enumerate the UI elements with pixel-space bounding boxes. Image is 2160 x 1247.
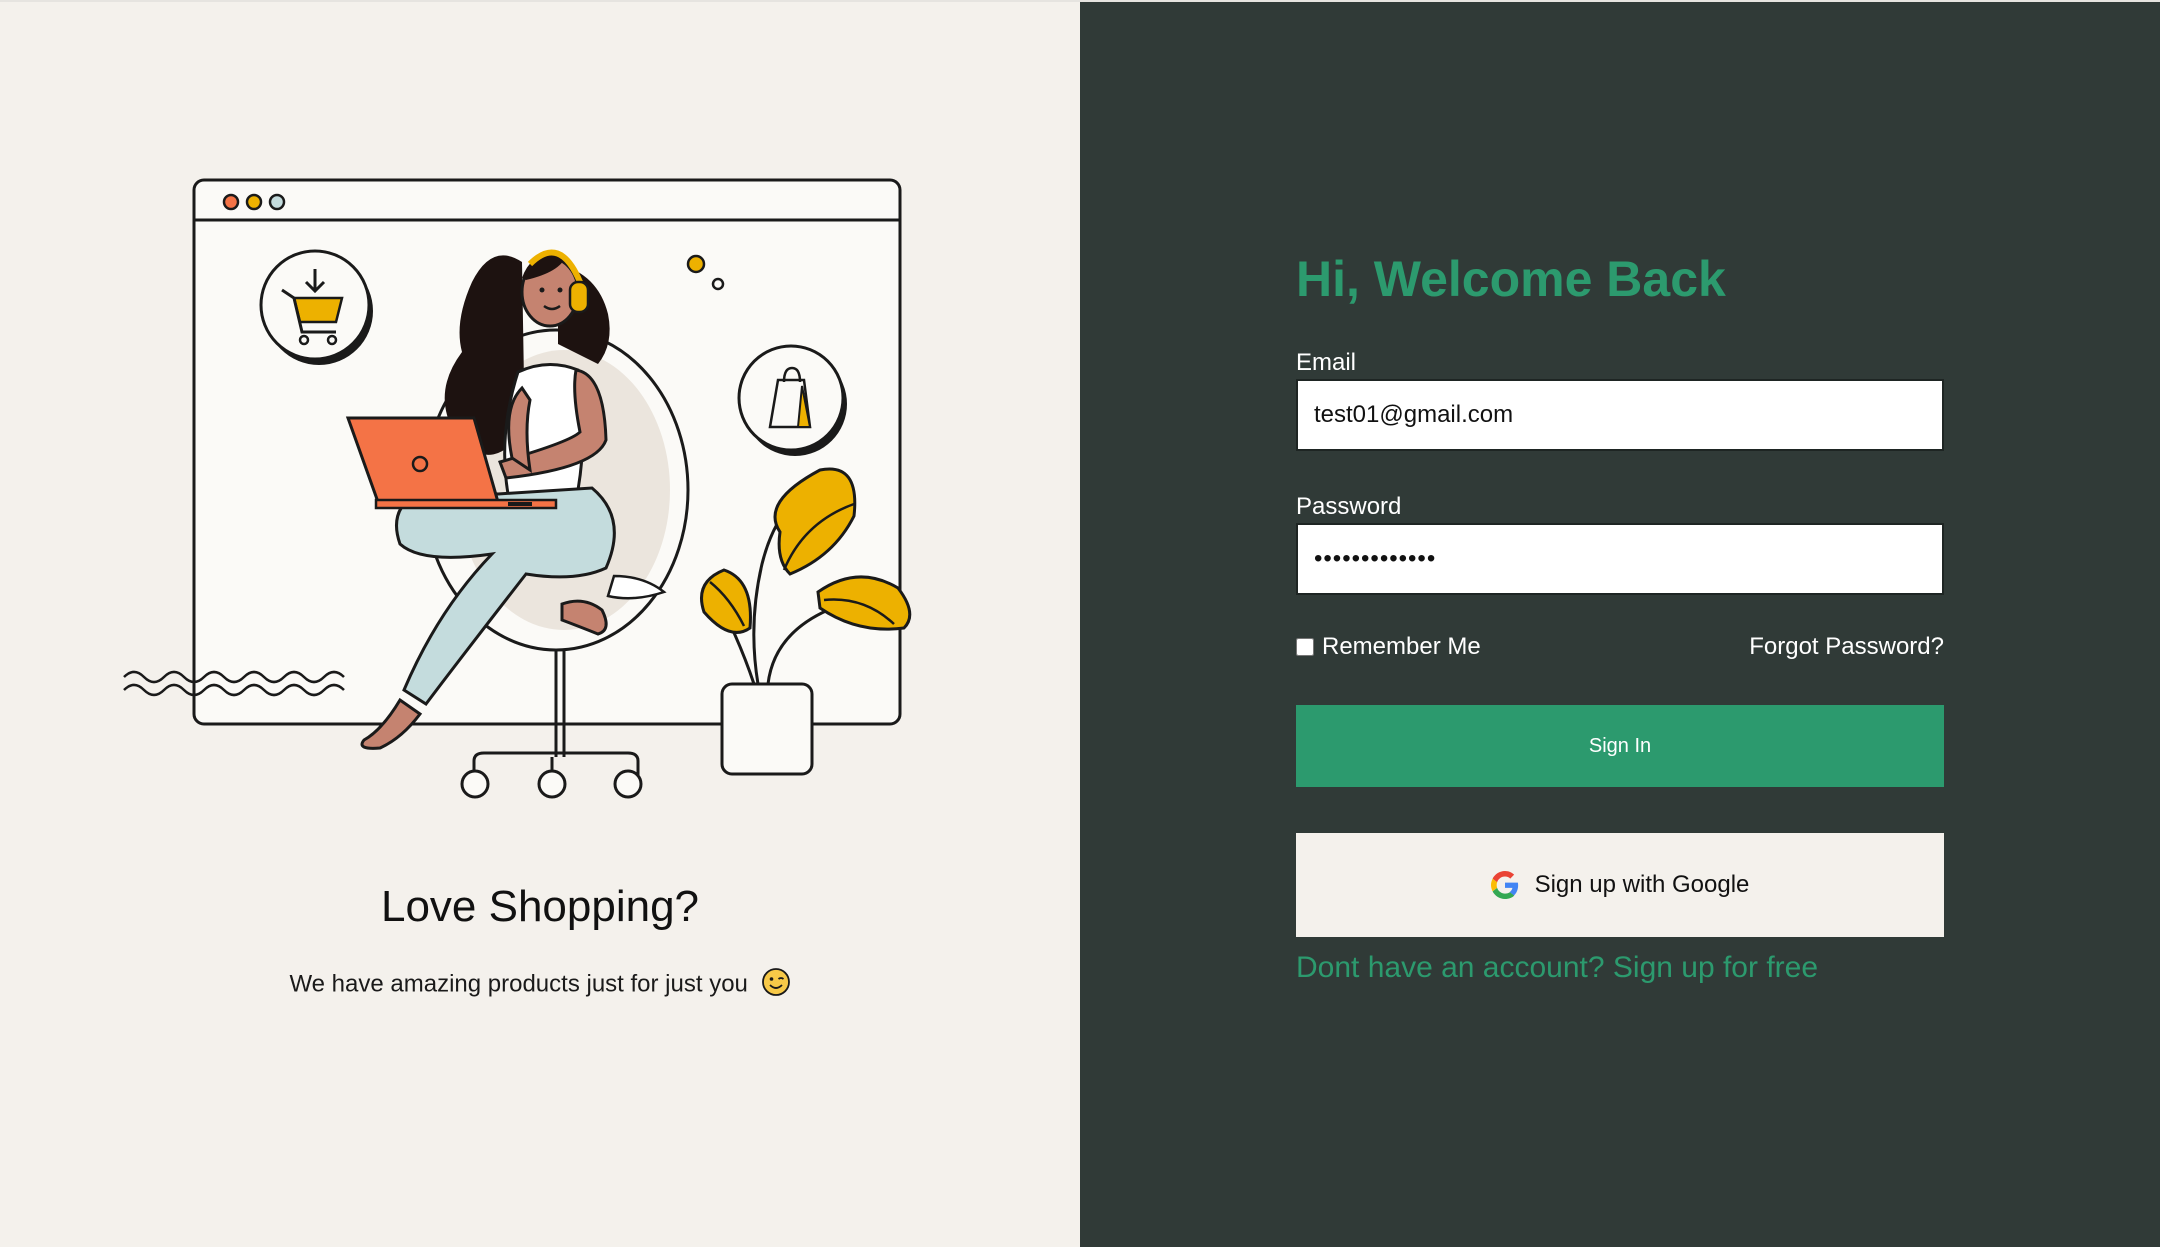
signup-link[interactable]: Dont have an account? Sign up for free bbox=[1296, 951, 1818, 985]
login-form: Hi, Welcome Back Email Password Remember… bbox=[1296, 252, 1944, 985]
remember-me[interactable]: Remember Me bbox=[1296, 633, 1481, 661]
email-group: Email bbox=[1296, 349, 1944, 451]
remember-me-label: Remember Me bbox=[1322, 633, 1481, 660]
email-input[interactable] bbox=[1296, 379, 1944, 451]
window-maximize-dot-icon bbox=[268, 193, 286, 211]
remember-me-checkbox[interactable] bbox=[1296, 638, 1314, 656]
welcome-heading: Hi, Welcome Back bbox=[1296, 251, 1726, 307]
promo-subtitle: We have amazing products just for just y… bbox=[0, 968, 1080, 1000]
window-minimize-dot-icon bbox=[245, 193, 263, 211]
google-icon bbox=[1490, 871, 1518, 899]
password-input[interactable] bbox=[1296, 523, 1944, 595]
promo-panel: Love Shopping? We have amazing products … bbox=[0, 2, 1080, 1247]
google-signup-button[interactable]: Sign up with Google bbox=[1296, 833, 1944, 937]
sign-in-button[interactable]: Sign In bbox=[1296, 705, 1944, 787]
email-label: Email bbox=[1296, 349, 1357, 376]
login-panel: Hi, Welcome Back Email Password Remember… bbox=[1080, 2, 2160, 1247]
login-page: Love Shopping? We have amazing products … bbox=[0, 0, 2160, 1247]
promo-subtitle-text: We have amazing products just for just y… bbox=[289, 970, 748, 998]
wink-emoji-icon bbox=[761, 968, 790, 996]
promo-title: Love Shopping? bbox=[380, 882, 700, 931]
shopping-illustration bbox=[123, 178, 912, 799]
google-signup-label: Sign up with Google bbox=[1534, 871, 1750, 898]
window-close-dot-icon bbox=[222, 193, 240, 211]
form-options-row: Remember Me Forgot Password? bbox=[1296, 633, 1944, 661]
forgot-password-link[interactable]: Forgot Password? bbox=[1749, 633, 1944, 661]
password-label: Password bbox=[1296, 493, 1402, 520]
password-group: Password bbox=[1296, 493, 1944, 595]
